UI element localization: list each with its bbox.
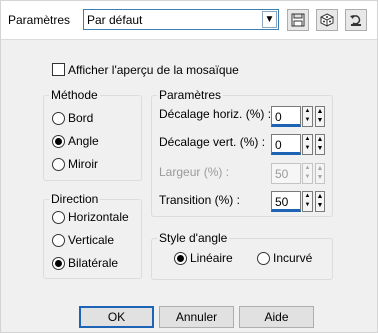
preset-label: Paramètres <box>8 13 71 27</box>
transition-spinner[interactable]: 50 ▲ ▼ ▲ ▼ <box>271 191 327 213</box>
width-dropdown-icon: ▲ ▼ <box>315 163 325 184</box>
width-updown: ▲ ▼ <box>302 163 313 184</box>
preset-value: Par défaut <box>87 13 143 27</box>
direction-radio-verticale[interactable] <box>52 234 65 247</box>
corner-label-incurve: Incurvé <box>273 251 313 265</box>
offset-v-label: Décalage vert. (%) : <box>159 135 266 149</box>
method-label-miroir: Miroir <box>68 157 98 171</box>
method-label-angle: Angle <box>68 134 99 148</box>
transition-label: Transition (%) : <box>159 193 240 207</box>
direction-label-verticale: Verticale <box>68 233 115 247</box>
randomize-icon <box>320 13 334 27</box>
width-input: 50 <box>271 163 301 184</box>
params-title: Paramètres <box>157 88 224 102</box>
method-radio-bord[interactable] <box>52 112 65 125</box>
preview-checkbox[interactable] <box>52 63 65 76</box>
reset-icon <box>350 15 361 26</box>
transition-updown[interactable]: ▲ ▼ <box>302 191 313 212</box>
width-spinner: 50 ▲ ▼ ▲ ▼ <box>271 163 327 185</box>
offset-v-updown[interactable]: ▲ ▼ <box>302 134 313 155</box>
chevron-down-icon[interactable]: ▼ <box>262 11 277 28</box>
direction-label-horizontale: Horizontale <box>68 210 129 224</box>
randomize-button[interactable] <box>316 9 338 31</box>
direction-title: Direction <box>49 192 101 206</box>
method-label-bord: Bord <box>68 111 94 125</box>
offset-h-label: Décalage horiz. (%) : <box>159 107 272 121</box>
width-label: Largeur (%) : <box>159 165 230 179</box>
corner-style-title: Style d'angle <box>157 231 230 245</box>
corner-radio-incurve[interactable] <box>257 252 270 265</box>
offset-h-updown[interactable]: ▲ ▼ <box>302 106 313 127</box>
save-icon <box>291 13 305 27</box>
transition-input[interactable]: 50 <box>271 191 301 212</box>
help-button[interactable]: Aide <box>239 306 314 328</box>
corner-label-lineaire: Linéaire <box>190 251 233 265</box>
method-radio-angle[interactable] <box>52 135 65 148</box>
ok-button[interactable]: OK <box>79 306 154 328</box>
offset-v-input[interactable]: 0 <box>271 134 301 155</box>
method-title: Méthode <box>49 88 100 102</box>
reset-button[interactable] <box>345 9 367 31</box>
tile-settings-dialog: Paramètres Par défaut ▼ Afficher l'aperç… <box>0 0 378 333</box>
save-preset-button[interactable] <box>287 9 309 31</box>
direction-label-bilaterale: Bilatérale <box>68 256 119 270</box>
direction-radio-bilaterale[interactable] <box>52 257 65 270</box>
corner-radio-lineaire[interactable] <box>174 252 187 265</box>
method-radio-miroir[interactable] <box>52 158 65 171</box>
preset-select[interactable]: Par défaut ▼ <box>83 9 279 30</box>
offset-v-dropdown-icon[interactable]: ▲ ▼ <box>315 134 325 155</box>
cancel-button[interactable]: Annuler <box>159 306 234 328</box>
direction-radio-horizontale[interactable] <box>52 211 65 224</box>
offset-v-spinner[interactable]: 0 ▲ ▼ ▲ ▼ <box>271 134 327 156</box>
offset-h-spinner[interactable]: 0 ▲ ▼ ▲ ▼ <box>271 106 327 128</box>
transition-dropdown-icon[interactable]: ▲ ▼ <box>315 191 325 212</box>
preview-checkbox-label: Afficher l'aperçu de la mosaïque <box>68 63 239 77</box>
offset-h-input[interactable]: 0 <box>271 106 301 127</box>
offset-h-dropdown-icon[interactable]: ▲ ▼ <box>315 106 325 127</box>
